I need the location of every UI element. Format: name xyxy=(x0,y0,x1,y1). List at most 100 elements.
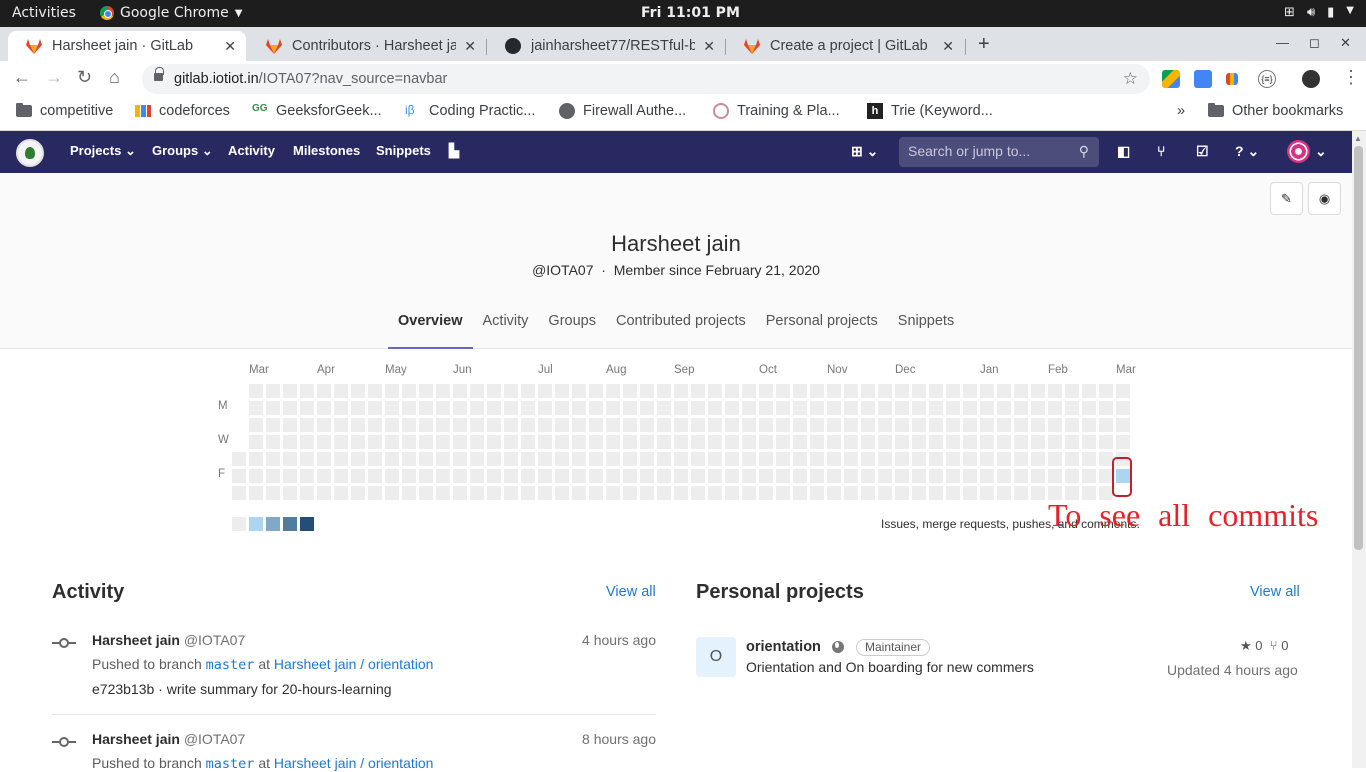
calendar-day-cell[interactable] xyxy=(861,486,875,500)
calendar-day-cell[interactable] xyxy=(334,452,348,466)
calendar-day-cell[interactable] xyxy=(436,469,450,483)
scroll-up-arrow[interactable]: ▲ xyxy=(1354,134,1362,143)
project-link[interactable]: Harsheet jain / orientation xyxy=(274,755,434,771)
calendar-day-cell[interactable] xyxy=(317,486,331,500)
calendar-day-cell[interactable] xyxy=(385,384,399,398)
calendar-day-cell[interactable] xyxy=(504,401,518,415)
calendar-day-cell[interactable] xyxy=(691,401,705,415)
calendar-day-cell[interactable] xyxy=(589,401,603,415)
calendar-day-cell[interactable] xyxy=(1014,452,1028,466)
calendar-day-cell[interactable] xyxy=(232,469,246,483)
calendar-day-cell[interactable] xyxy=(657,418,671,432)
sidebar-panel-icon[interactable]: ◧ xyxy=(1117,143,1130,160)
calendar-day-cell[interactable] xyxy=(980,418,994,432)
calendar-day-cell[interactable] xyxy=(691,384,705,398)
app-menu[interactable]: Google Chrome ▼ xyxy=(100,5,242,21)
calendar-day-cell[interactable] xyxy=(691,469,705,483)
calendar-day-cell[interactable] xyxy=(912,384,926,398)
calendar-day-cell[interactable] xyxy=(997,486,1011,500)
calendar-day-cell[interactable] xyxy=(1048,452,1062,466)
home-icon[interactable]: ⌂ xyxy=(109,67,120,88)
fork-icon[interactable]: ⑂ xyxy=(1270,638,1278,653)
calendar-day-cell[interactable] xyxy=(436,401,450,415)
calendar-day-cell[interactable] xyxy=(963,452,977,466)
calendar-day-cell[interactable] xyxy=(793,384,807,398)
calendar-day-cell[interactable] xyxy=(385,452,399,466)
calendar-day-cell[interactable] xyxy=(776,384,790,398)
calendar-day-cell[interactable] xyxy=(419,384,433,398)
calendar-day-cell[interactable] xyxy=(1065,469,1079,483)
calendar-day-cell[interactable] xyxy=(1065,435,1079,449)
calendar-day-cell[interactable] xyxy=(946,435,960,449)
calendar-day-cell[interactable] xyxy=(453,384,467,398)
calendar-day-cell[interactable] xyxy=(555,384,569,398)
user-avatar[interactable] xyxy=(1287,140,1310,163)
calendar-day-cell[interactable] xyxy=(589,469,603,483)
calendar-day-cell[interactable] xyxy=(300,469,314,483)
calendar-day-cell[interactable] xyxy=(1065,384,1079,398)
calendar-day-cell[interactable] xyxy=(793,401,807,415)
calendar-day-cell[interactable] xyxy=(640,418,654,432)
calendar-day-cell[interactable] xyxy=(1099,469,1113,483)
bookmark-competitive[interactable]: competitive xyxy=(16,103,113,119)
calendar-day-cell[interactable] xyxy=(640,452,654,466)
calendar-day-cell[interactable] xyxy=(1082,435,1096,449)
calendar-day-cell[interactable] xyxy=(623,452,637,466)
calendar-day-cell[interactable] xyxy=(929,418,943,432)
bookmark-trie[interactable]: h Trie (Keyword... xyxy=(867,103,993,119)
calendar-day-cell[interactable] xyxy=(963,486,977,500)
calendar-day-cell[interactable] xyxy=(1116,401,1130,415)
calendar-day-cell[interactable] xyxy=(827,469,841,483)
minimize-icon[interactable]: — xyxy=(1276,35,1289,50)
calendar-day-cell[interactable] xyxy=(725,469,739,483)
calendar-day-cell[interactable] xyxy=(657,435,671,449)
calendar-day-cell[interactable] xyxy=(368,384,382,398)
calendar-day-cell[interactable] xyxy=(997,384,1011,398)
search-input[interactable]: Search or jump to... ⚲ xyxy=(899,137,1099,167)
close-icon[interactable]: ✕ xyxy=(703,38,715,55)
calendar-day-cell[interactable] xyxy=(844,384,858,398)
merge-requests-icon[interactable]: ⑂ xyxy=(1157,143,1165,159)
bookmark-codeforces[interactable]: codeforces xyxy=(135,103,230,119)
calendar-day-cell[interactable] xyxy=(963,401,977,415)
calendar-day-cell[interactable] xyxy=(759,452,773,466)
calendar-day-cell[interactable] xyxy=(232,486,246,500)
calendar-day-cell[interactable] xyxy=(1116,384,1130,398)
calendar-day-cell[interactable] xyxy=(1082,384,1096,398)
calendar-day-cell[interactable] xyxy=(487,486,501,500)
calendar-day-cell[interactable] xyxy=(1031,435,1045,449)
forward-icon[interactable]: → xyxy=(45,67,63,88)
calendar-day-cell[interactable] xyxy=(555,486,569,500)
calendar-day-cell[interactable] xyxy=(368,418,382,432)
calendar-day-cell[interactable] xyxy=(538,418,552,432)
calendar-day-cell[interactable] xyxy=(283,401,297,415)
calendar-day-cell[interactable] xyxy=(742,401,756,415)
star-icon[interactable]: ★ xyxy=(1240,638,1252,653)
calendar-day-cell[interactable] xyxy=(555,401,569,415)
bookmark-star-icon[interactable]: ☆ xyxy=(1123,69,1138,89)
calendar-day-cell[interactable] xyxy=(487,435,501,449)
calendar-day-cell[interactable] xyxy=(351,469,365,483)
calendar-day-cell[interactable] xyxy=(691,486,705,500)
calendar-day-cell[interactable] xyxy=(538,401,552,415)
calendar-day-cell[interactable] xyxy=(640,486,654,500)
calendar-day-cell[interactable] xyxy=(283,384,297,398)
calendar-day-cell[interactable] xyxy=(351,401,365,415)
tab-personal-projects[interactable]: Personal projects xyxy=(756,313,888,349)
calendar-day-cell[interactable] xyxy=(504,486,518,500)
calendar-day-cell[interactable] xyxy=(997,418,1011,432)
calendar-day-cell[interactable] xyxy=(861,384,875,398)
calendar-day-cell[interactable] xyxy=(1048,469,1062,483)
calendar-day-cell[interactable] xyxy=(249,486,263,500)
calendar-day-cell[interactable] xyxy=(776,418,790,432)
calendar-day-cell[interactable] xyxy=(283,486,297,500)
calendar-day-cell[interactable] xyxy=(895,486,909,500)
calendar-day-cell[interactable] xyxy=(776,401,790,415)
calendar-day-cell[interactable] xyxy=(912,486,926,500)
drive-extension-icon[interactable] xyxy=(1162,70,1180,88)
calendar-day-cell[interactable] xyxy=(1065,401,1079,415)
calendar-day-cell[interactable] xyxy=(674,435,688,449)
calendar-day-cell[interactable] xyxy=(793,435,807,449)
calendar-day-cell[interactable] xyxy=(589,435,603,449)
calendar-day-cell[interactable] xyxy=(334,486,348,500)
